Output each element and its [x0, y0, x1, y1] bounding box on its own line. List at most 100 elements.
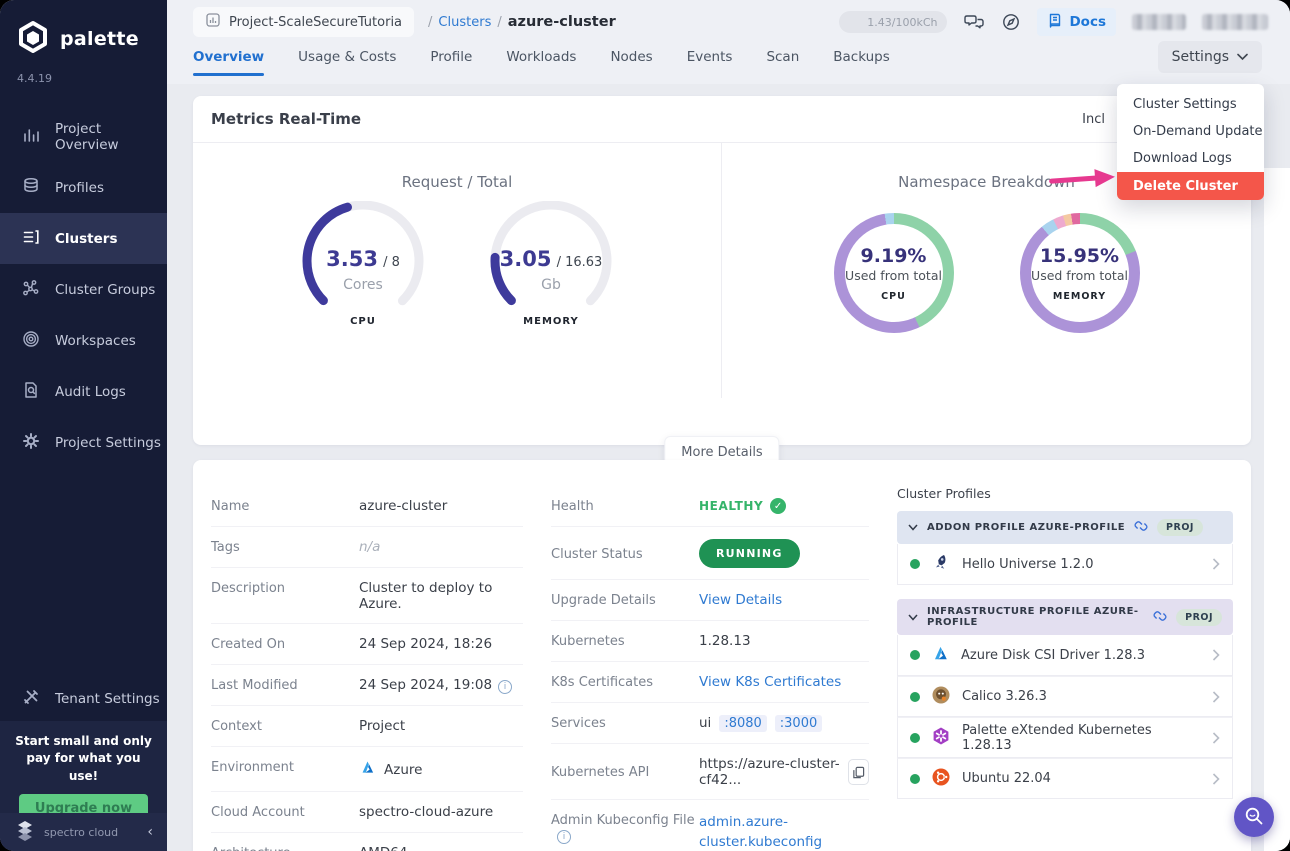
- memory-donut-label: MEMORY: [1052, 290, 1107, 302]
- annotation-arrow: [1047, 166, 1117, 194]
- view-details-link[interactable]: View Details: [699, 592, 782, 608]
- cpu-gauge-label: CPU: [350, 316, 376, 327]
- project-selector[interactable]: Project-ScaleSecureTutoria: [193, 7, 415, 37]
- settings-button[interactable]: Settings: [1157, 41, 1262, 73]
- assistant-search-button[interactable]: [1234, 797, 1274, 837]
- tab-usage-costs[interactable]: Usage & Costs: [298, 49, 396, 67]
- tab-scan[interactable]: Scan: [766, 49, 799, 67]
- tab-overview[interactable]: Overview: [193, 49, 265, 76]
- calico-icon: [931, 685, 951, 709]
- compass-icon[interactable]: [1001, 12, 1021, 32]
- menu-item-on-demand-update[interactable]: On-Demand Update: [1117, 118, 1264, 145]
- status-row-services: Services ui:8080:3000: [551, 703, 869, 744]
- profile-item-azure-csi[interactable]: Azure Disk CSI Driver 1.28.3: [897, 635, 1233, 676]
- menu-item-cluster-settings[interactable]: Cluster Settings: [1117, 91, 1264, 118]
- status-dot: [910, 691, 920, 702]
- kubeconfig-download-link[interactable]: admin.azure-cluster.kubeconfig: [699, 812, 849, 851]
- memory-gauge-unit: Gb: [541, 277, 561, 293]
- breadcrumb-clusters-link[interactable]: Clusters: [438, 15, 491, 30]
- detail-row-created-on: Created On 24 Sep 2024, 18:26: [211, 624, 523, 665]
- chevron-down-icon: [908, 614, 918, 621]
- info-icon[interactable]: i: [498, 680, 513, 694]
- cpu-gauge-value: 3.53: [326, 247, 378, 271]
- sidebar-item-project-overview[interactable]: Project Overview: [0, 111, 167, 162]
- tab-backups[interactable]: Backups: [833, 49, 890, 67]
- request-total-title: Request / Total: [401, 173, 513, 191]
- addon-profile-header[interactable]: ADDON PROFILE AZURE-PROFILE PROJ: [897, 511, 1233, 544]
- memory-gauge-total: / 16.63: [556, 255, 603, 270]
- profile-item-ubuntu[interactable]: Ubuntu 22.04: [897, 758, 1233, 799]
- scope-badge: PROJ: [1157, 519, 1203, 536]
- sidebar-item-tenant-settings[interactable]: Tenant Settings: [0, 677, 167, 721]
- tab-workloads[interactable]: Workloads: [506, 49, 576, 67]
- project-icon: [205, 12, 221, 32]
- palette-logo-icon: [16, 20, 50, 58]
- sidebar-nav: Project Overview Profiles Clusters Clust…: [0, 111, 167, 468]
- status-row-upgrade: Upgrade Details View Details: [551, 580, 869, 621]
- menu-item-download-logs[interactable]: Download Logs: [1117, 145, 1264, 172]
- cpu-donut-caption: Used from total: [845, 267, 942, 283]
- chat-icon[interactable]: [963, 11, 985, 33]
- sidebar-item-workspaces[interactable]: Workspaces: [0, 315, 167, 366]
- overview-column: Name azure-cluster Tags n/a Description Clu…: [211, 486, 523, 851]
- sidebar-item-label: Clusters: [55, 230, 118, 247]
- azure-icon: [359, 759, 376, 780]
- breadcrumb-separator: /: [497, 14, 502, 30]
- cpu-gauge: 3.53 / 8 Cores CPU: [280, 201, 446, 327]
- status-row-certificates: K8s Certificates View K8s Certificates: [551, 662, 869, 703]
- status-row-cluster-status: Cluster Status RUNNING: [551, 527, 869, 580]
- addon-profile-group: ADDON PROFILE AZURE-PROFILE PROJ Hello U…: [897, 511, 1233, 585]
- sidebar-item-label: Profiles: [55, 179, 105, 196]
- view-certificates-link[interactable]: View K8s Certificates: [699, 674, 841, 690]
- cpu-donut: 9.19% Used from total CPU: [833, 213, 954, 333]
- chevron-right-icon: [1212, 558, 1220, 570]
- service-port-link[interactable]: :8080: [719, 715, 767, 732]
- cluster-details-card: Name azure-cluster Tags n/a Description Clu…: [193, 460, 1251, 851]
- chevron-right-icon: [1212, 649, 1220, 661]
- hello-universe-icon: [931, 552, 951, 576]
- health-status: HEALTHY: [699, 499, 764, 513]
- spectro-cloud-logo-icon: [14, 819, 36, 845]
- metrics-card: Metrics Real-Time Incl Request / Total 3…: [193, 96, 1251, 469]
- tab-profile[interactable]: Profile: [430, 49, 472, 67]
- profile-item-hello-universe[interactable]: Hello Universe 1.2.0: [897, 544, 1233, 585]
- tab-nodes[interactable]: Nodes: [610, 49, 652, 67]
- status-dot: [910, 773, 920, 784]
- tab-bar: Overview Usage & Costs Profile Workloads…: [167, 38, 1290, 78]
- chevron-down-icon: [908, 524, 918, 531]
- usage-quota-pill: 1.43/100kCh: [839, 11, 948, 33]
- cluster-profiles-column: Cluster Profiles ADDON PROFILE AZURE-PRO…: [897, 486, 1233, 851]
- collapse-sidebar-icon[interactable]: ‹: [147, 824, 153, 840]
- profile-item-palette-extended-k8s[interactable]: Palette eXtended Kubernetes 1.28.13: [897, 717, 1233, 758]
- sidebar-item-profiles[interactable]: Profiles: [0, 162, 167, 213]
- brand: palette: [0, 0, 167, 58]
- docs-button[interactable]: Docs: [1037, 8, 1116, 36]
- chevron-right-icon: [1212, 731, 1220, 744]
- sidebar-item-audit-logs[interactable]: Audit Logs: [0, 366, 167, 417]
- info-icon[interactable]: i: [557, 830, 571, 844]
- upgrade-promo: Start small and only pay for what you us…: [0, 721, 167, 824]
- menu-item-delete-cluster[interactable]: Delete Cluster: [1117, 172, 1264, 200]
- clusters-list-icon: [21, 227, 41, 251]
- pxk-hexagon-icon: [931, 726, 951, 750]
- bar-chart-icon: [21, 125, 41, 149]
- copy-button[interactable]: [848, 759, 869, 785]
- sidebar-item-project-settings[interactable]: Project Settings: [0, 417, 167, 468]
- sidebar-item-clusters[interactable]: Clusters: [0, 213, 167, 264]
- status-row-health: Health HEALTHY ✓: [551, 486, 869, 527]
- profile-item-calico[interactable]: Calico 3.26.3: [897, 676, 1233, 717]
- molecule-icon: [21, 278, 41, 302]
- status-dot: [910, 650, 920, 660]
- status-row-api: Kubernetes API https://azure-cluster-cf4…: [551, 744, 869, 800]
- infrastructure-profile-header[interactable]: INFRASTRUCTURE PROFILE AZURE-PROFILE PRO…: [897, 599, 1233, 635]
- main-area: Project-ScaleSecureTutoria / Clusters / …: [167, 0, 1290, 851]
- breadcrumb: / Clusters / azure-cluster: [428, 14, 616, 30]
- tab-events[interactable]: Events: [687, 49, 733, 67]
- scope-badge: PROJ: [1176, 608, 1222, 626]
- sidebar-item-label: Tenant Settings: [55, 691, 160, 707]
- settings-dropdown-menu: Cluster Settings On-Demand Update Downlo…: [1117, 84, 1264, 200]
- cpu-donut-label: CPU: [881, 290, 906, 302]
- sidebar-item-cluster-groups[interactable]: Cluster Groups: [0, 264, 167, 315]
- service-port-link[interactable]: :3000: [774, 715, 823, 732]
- detail-row-architecture: ArchitectureAMD64: [211, 833, 523, 851]
